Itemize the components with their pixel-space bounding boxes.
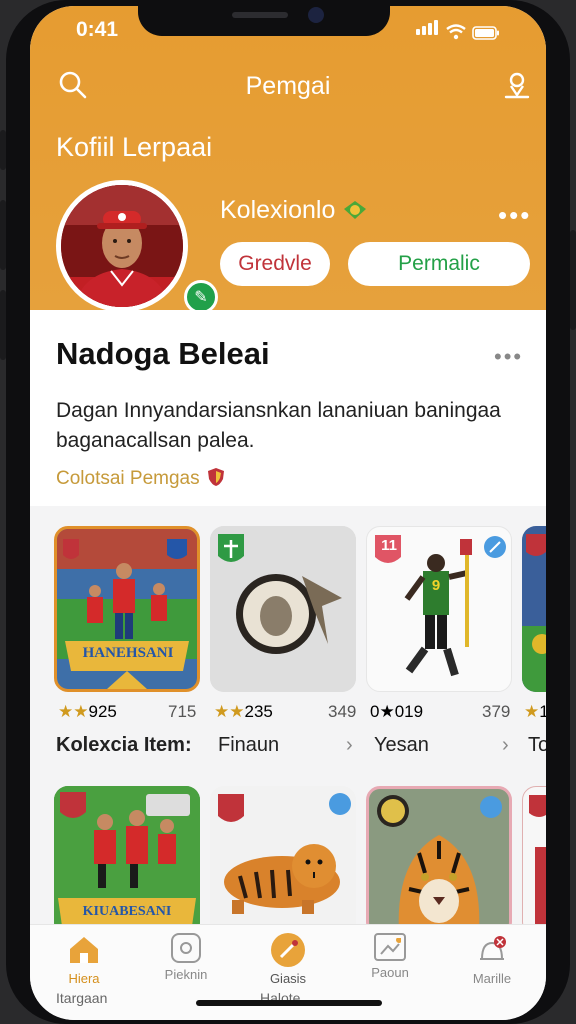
star-icon: ★★ [58, 702, 89, 721]
item-4-rating: ★1 [524, 702, 546, 721]
tab-pieknin-label: Pieknin [164, 967, 208, 982]
star-icon: ★★ [214, 702, 245, 721]
collection-label-text: Kolexionlo [220, 196, 336, 224]
camera [308, 7, 324, 23]
screen: 0:41 Pemgai Kofiil Lerpaai Kolexionlo ••… [30, 6, 546, 1020]
status-icons [416, 20, 500, 40]
tab-marille-label: Marille [472, 971, 512, 986]
item-card-3[interactable]: 11 9 [366, 526, 512, 692]
item-1-count: 715 [168, 702, 197, 721]
item-card-5[interactable]: KIUABESANI [54, 786, 200, 936]
notch [138, 0, 390, 36]
item-card-2[interactable] [210, 526, 356, 692]
item-3-rating: 0★019 [370, 702, 424, 721]
item-image-7 [369, 789, 509, 933]
star-icon: ★ [524, 702, 540, 721]
row-label-col3[interactable]: Yesan [374, 734, 429, 757]
tab-paoun-label: Paoun [371, 965, 409, 980]
battery-icon [472, 26, 499, 40]
image-icon [374, 933, 406, 961]
item-image-4 [522, 526, 546, 692]
item-title-1: HANEHSANI [82, 645, 174, 661]
shield-icon [207, 468, 224, 486]
card-more-icon[interactable]: ••• [494, 344, 523, 370]
tab-giasis-label: Giasis [269, 971, 307, 986]
item-card-6[interactable] [210, 786, 356, 936]
collect-icon [271, 933, 305, 967]
nav-title: Pemgai [245, 72, 331, 100]
item-2-count: 349 [328, 702, 357, 721]
tab-pieknin[interactable]: Pieknin [146, 933, 226, 982]
profile-heading: Kofiil Lerpaai [56, 132, 213, 162]
power-button [570, 230, 576, 330]
profile-subtitle[interactable]: Colotsai Pemgas [56, 466, 227, 490]
item-badge-3: 11 [381, 537, 397, 554]
profile-name: Nadoga Beleai [56, 336, 270, 371]
wifi-icon [446, 24, 466, 40]
primary-button[interactable]: Permalic [348, 242, 530, 286]
home-icon [67, 933, 101, 967]
item-title-5: KIUABESANI [82, 904, 172, 919]
speaker [232, 12, 288, 18]
badge-icon [344, 201, 367, 219]
tab-giasis[interactable]: Giasis [248, 933, 328, 986]
edit-badge-icon[interactable]: ✎ [184, 280, 218, 314]
item-3-count: 379 [482, 702, 511, 721]
tab-home[interactable]: Hiera [44, 933, 124, 986]
chevron-right-icon[interactable]: › [346, 734, 353, 757]
signal-icon [416, 20, 440, 40]
jersey-number: 9 [431, 577, 441, 594]
bottom-left-text: Itargaan [56, 990, 108, 1006]
collection-label: Kolexionlo [220, 196, 368, 225]
item-card-8[interactable] [522, 786, 546, 936]
gallery-icon [171, 933, 201, 963]
item-image-2 [210, 526, 356, 692]
home-indicator[interactable] [196, 1000, 382, 1006]
item-card-7[interactable] [366, 786, 512, 936]
avatar[interactable] [56, 180, 188, 312]
item-card-1[interactable]: HANEHSANI [54, 526, 200, 692]
profile-subtitle-text: Colotsai Pemgas [56, 468, 200, 489]
status-time: 0:41 [76, 18, 119, 41]
item-2-rating: ★★235 [214, 702, 273, 721]
item-image-1 [57, 529, 197, 689]
phone-frame: 0:41 Pemgai Kofiil Lerpaai Kolexionlo ••… [6, 0, 570, 1024]
item-card-4[interactable] [522, 526, 546, 692]
tab-home-label: Hiera [68, 971, 100, 986]
item-image-6 [218, 793, 351, 914]
notifications-icon [475, 933, 509, 967]
item-image-8 [529, 795, 546, 927]
more-options-icon[interactable]: ••• [498, 200, 531, 231]
profile-description: Dagan Innyandarsiansnkan lananiuan banin… [56, 399, 501, 452]
collection-items-label: Kolexcia Item: [56, 734, 192, 756]
row-label-col4[interactable]: To [528, 734, 546, 757]
secondary-button[interactable]: Gredvle [220, 242, 330, 286]
profile-icon[interactable] [502, 70, 532, 100]
row-label-col2[interactable]: Finaun [218, 734, 279, 757]
chevron-right-icon-2[interactable]: › [502, 734, 509, 757]
tab-paoun[interactable]: Paoun [350, 933, 430, 980]
tab-marille[interactable]: Marille [452, 933, 532, 986]
item-1-rating: ★★925 [58, 702, 117, 721]
avatar-image [61, 185, 183, 307]
